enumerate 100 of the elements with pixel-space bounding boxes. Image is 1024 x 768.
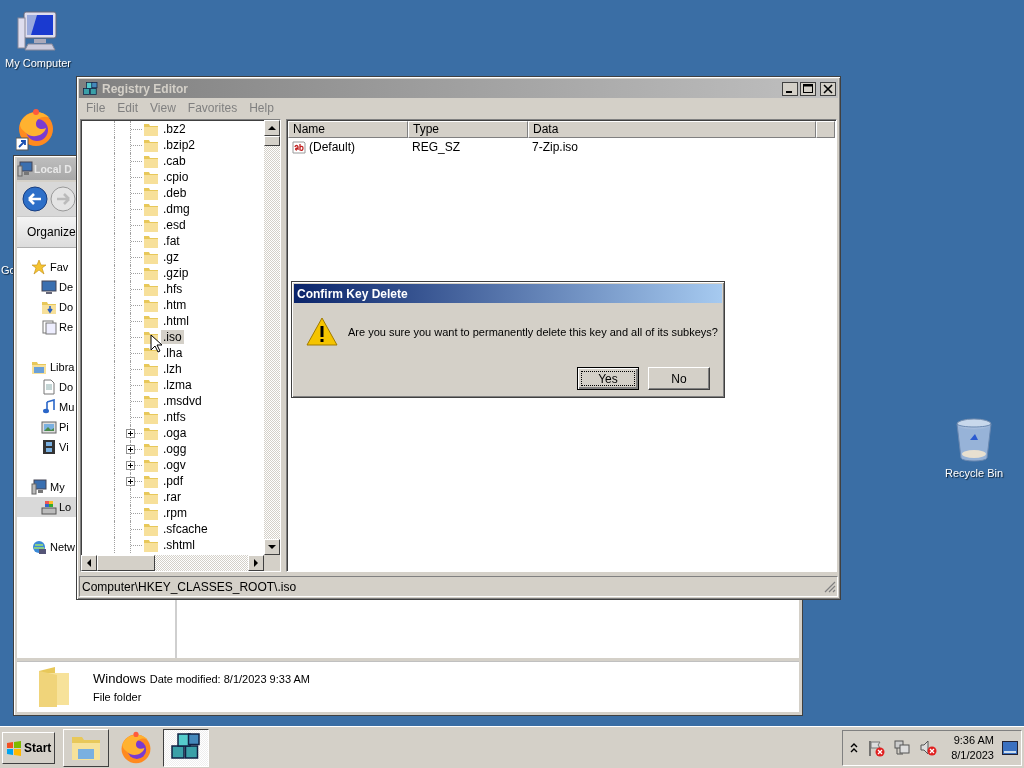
music-note-icon — [41, 399, 57, 415]
folder-icon — [143, 473, 159, 489]
tree-item[interactable]: .oga — [161, 426, 189, 440]
tree-item[interactable]: .hfs — [161, 282, 185, 296]
folder-icon — [143, 185, 159, 201]
expand-button[interactable] — [126, 445, 135, 454]
folder-icon — [143, 441, 159, 457]
folder-icon — [143, 393, 159, 409]
network-icon[interactable] — [893, 738, 912, 757]
tree-item[interactable]: .ntfs — [161, 410, 188, 424]
tree-item[interactable]: .cab — [161, 154, 188, 168]
tree-item[interactable]: .deb — [161, 186, 189, 200]
scroll-thumb[interactable] — [264, 136, 280, 146]
document-stack-icon — [41, 319, 57, 335]
globe-icon — [31, 539, 47, 555]
picture-frame-icon — [41, 419, 57, 435]
clock[interactable]: 9:36 AM 8/1/2023 — [951, 732, 994, 763]
expand-button[interactable] — [126, 429, 135, 438]
window-title: Registry Editor — [102, 81, 189, 96]
folder-icon — [41, 299, 57, 315]
tree-item[interactable]: .lzh — [161, 362, 184, 376]
folder-icon — [143, 201, 159, 217]
computer-icon — [31, 479, 47, 495]
tree-item[interactable]: .dmg — [161, 202, 192, 216]
icon-label: My Computer — [5, 57, 71, 69]
tree-item[interactable]: .htm — [161, 298, 189, 312]
string-value-icon — [291, 139, 307, 155]
window-title: Local D — [34, 163, 72, 175]
speaker-muted-icon[interactable] — [919, 738, 938, 757]
cubes-icon — [82, 80, 98, 97]
folder-icon — [143, 249, 159, 265]
scroll-right-button[interactable] — [248, 555, 264, 571]
nav-item[interactable]: Do — [17, 377, 76, 397]
dialog-title: Confirm Key Delete — [297, 286, 409, 301]
scroll-left-button[interactable] — [81, 555, 97, 571]
flag-icon[interactable] — [867, 738, 886, 757]
dialog-message: Are you sure you want to permanently delete this key and all of its subkeys? — [348, 326, 718, 338]
tree-item[interactable]: .esd — [161, 218, 188, 232]
folder-icon — [143, 265, 159, 281]
nav-item[interactable]: Do — [17, 297, 76, 317]
folder-icon — [143, 361, 159, 377]
tree-item[interactable]: .msdvd — [161, 394, 204, 408]
expand-button[interactable] — [126, 477, 135, 486]
windows-logo-icon — [6, 739, 22, 756]
tree-item[interactable]: .bzip2 — [161, 138, 198, 152]
folder-icon — [143, 489, 159, 505]
monitor-icon — [41, 279, 57, 295]
nav-item[interactable]: Netw — [17, 537, 76, 557]
tree-item[interactable]: .gz — [161, 250, 181, 264]
tree-item[interactable]: .fat — [161, 234, 182, 248]
tree-item[interactable]: .rar — [161, 490, 183, 504]
scroll-down-button[interactable] — [264, 539, 280, 555]
folder-icon — [143, 345, 159, 361]
scroll-thumb[interactable] — [97, 555, 155, 571]
nav-item[interactable]: Vi — [17, 437, 76, 457]
folder-icon — [143, 169, 159, 185]
tree-item[interactable]: .bz2 — [161, 122, 188, 136]
document-icon — [41, 379, 57, 395]
tree-item[interactable]: .rpm — [161, 506, 189, 520]
folder-icon — [143, 537, 159, 553]
tree-item[interactable]: .ogv — [161, 458, 188, 472]
folder-icon — [143, 505, 159, 521]
tree-item[interactable]: .html — [161, 314, 191, 328]
folder-icon — [143, 409, 159, 425]
tree-item[interactable]: .gzip — [161, 266, 191, 280]
chevron-up-icon[interactable] — [849, 741, 860, 754]
nav-item[interactable]: My — [17, 477, 76, 497]
folder-icon — [143, 217, 159, 233]
film-icon — [41, 439, 57, 455]
scroll-up-button[interactable] — [264, 120, 280, 136]
computer-icon — [17, 161, 33, 177]
tree-item[interactable]: .iso — [161, 330, 184, 344]
folder-icon — [143, 425, 159, 441]
folder-icon — [143, 297, 159, 313]
show-desktop-icon[interactable] — [1002, 740, 1018, 755]
computer-icon[interactable] — [16, 10, 60, 54]
nav-item[interactable]: Pi — [17, 417, 76, 437]
tree-item[interactable]: .pdf — [161, 474, 185, 488]
nav-item[interactable]: De — [17, 277, 76, 297]
folder-icon — [143, 121, 159, 137]
tree-item[interactable]: .ogg — [161, 442, 189, 456]
start-button[interactable]: Start — [2, 731, 56, 764]
nav-item[interactable]: Libra — [17, 357, 76, 377]
nav-item[interactable]: Fav — [17, 257, 76, 277]
folder-icon — [143, 521, 159, 537]
cursor-icon — [150, 334, 162, 353]
tree-item[interactable]: .lha — [161, 346, 185, 360]
nav-item[interactable]: Lo — [17, 497, 76, 517]
dialog-button[interactable]: No — [648, 367, 710, 390]
tree-item[interactable]: .shtml — [161, 538, 197, 552]
tree-item[interactable]: .sfcache — [161, 522, 210, 536]
taskbar-button[interactable] — [163, 728, 210, 767]
nav-item[interactable]: Re — [17, 317, 76, 337]
expand-button[interactable] — [126, 461, 135, 470]
nav-item[interactable]: Mu — [17, 397, 76, 417]
icon-label: Recycle Bin — [944, 467, 1004, 479]
dialog-button[interactable]: Yes — [577, 367, 639, 390]
value-name: (Default) — [309, 140, 355, 154]
tree-item[interactable]: .lzma — [161, 378, 194, 392]
tree-item[interactable]: .cpio — [161, 170, 191, 184]
